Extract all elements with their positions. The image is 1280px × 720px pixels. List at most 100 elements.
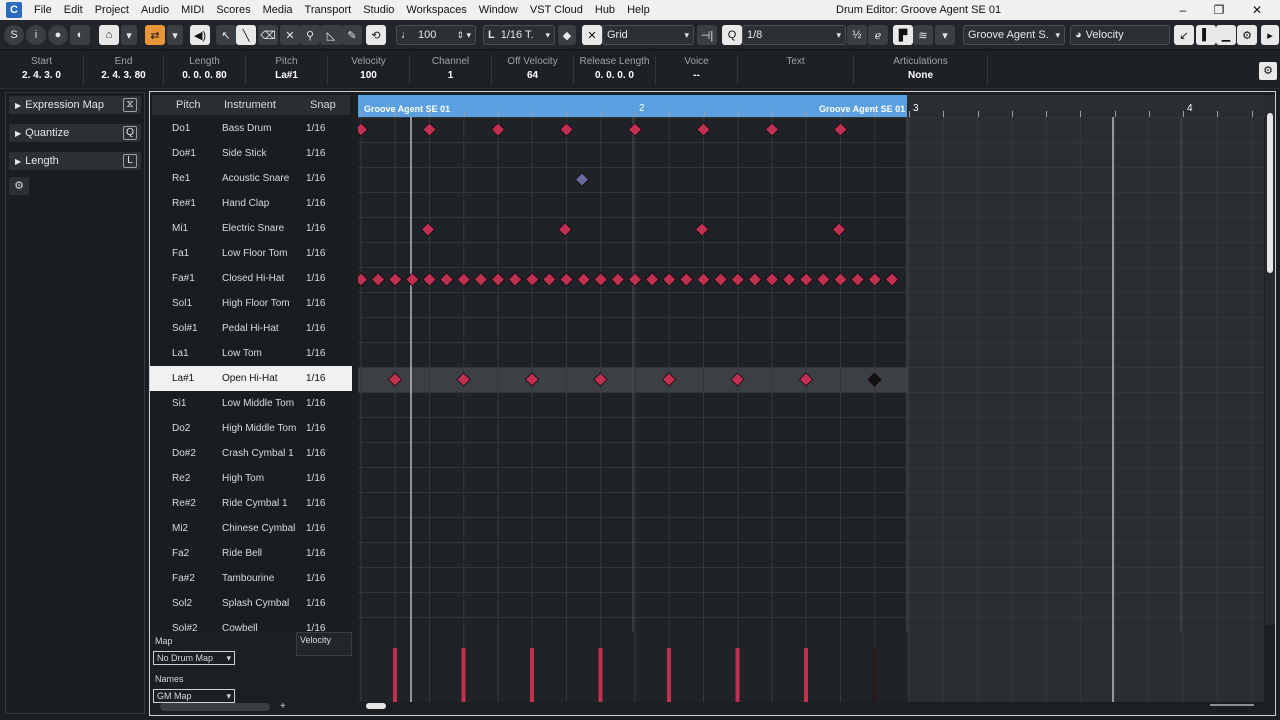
menu-item[interactable]: Workspaces [400,0,472,20]
info-field[interactable]: Release Length 0. 0. 0. 0 [574,55,656,85]
velocity-bar[interactable] [461,648,466,702]
drum-row[interactable]: Do#1 Side Stick 1/16 [150,141,352,166]
drumstick-tool-icon[interactable]: ╲ [236,25,256,45]
info-field[interactable]: End 2. 4. 3. 80 [84,55,164,85]
velocity-lane[interactable] [358,632,1264,702]
more-icon[interactable]: ▸ [1261,25,1279,45]
instrument-column-header[interactable]: Instrument [218,95,304,115]
menu-item[interactable]: Project [89,0,135,20]
erase-tool-icon[interactable]: ⌫ [258,25,278,45]
auto-scroll-icon[interactable]: ⌂ [99,25,119,45]
zoom-slider[interactable] [1210,704,1254,706]
velocity-bar[interactable] [804,648,808,702]
info-icon[interactable]: i [26,25,46,45]
drum-map-select[interactable]: No Drum Map ▾ [153,651,235,665]
drum-row[interactable]: Fa2 Ride Bell 1/16 [150,541,352,566]
arrow-tool-icon[interactable]: ↖ [216,25,236,45]
drum-row[interactable]: Re#2 Ride Cymbal 1 1/16 [150,491,352,516]
velocity-bar[interactable] [735,648,740,702]
velocity-bar[interactable] [872,648,877,702]
drum-row[interactable]: Do2 High Middle Tom 1/16 [150,416,352,441]
auto-scroll-menu-icon[interactable]: ▾ [121,25,137,45]
split-tool-icon[interactable]: ✕ [280,25,300,45]
info-field[interactable]: Channel 1 [410,55,492,85]
note-grid[interactable] [358,117,1264,632]
menu-item[interactable]: Edit [58,0,89,20]
snap-icon[interactable]: ⇄ [145,25,165,45]
grid-link-icon[interactable]: ◆ [558,25,576,45]
velocity-bar[interactable] [530,648,534,702]
menu-item[interactable]: Help [621,0,656,20]
info-field[interactable]: Start 2. 4. 3. 0 [0,55,84,85]
info-field[interactable]: Off Velocity 64 [492,55,574,85]
menu-item[interactable]: Audio [135,0,175,20]
menu-item[interactable]: Studio [357,0,400,20]
drum-row[interactable]: Sol2 Splash Cymbal 1/16 [150,591,352,616]
menu-item[interactable]: Transport [299,0,358,20]
info-line-settings-icon[interactable]: ⚙ [1259,62,1277,80]
names-select[interactable]: GM Map ▾ [153,689,235,703]
iterative-icon[interactable]: ℯ [868,25,888,45]
grid-icon[interactable]: ✕ [582,25,602,45]
horizontal-scrollbar-left[interactable] [160,703,270,711]
grid-mode-select[interactable]: Grid ▾ [602,25,694,45]
info-field[interactable]: Text [738,55,854,85]
pitch-column-header[interactable]: Pitch [152,95,218,115]
restore-icon[interactable]: ❐ [1202,0,1236,20]
inspector-settings-icon[interactable]: ⚙ [9,177,29,195]
velocity-bar[interactable] [598,648,603,702]
controller-lane-select[interactable]: ◕ Velocity [1070,25,1170,45]
drum-row[interactable]: Mi1 Electric Snare 1/16 [150,216,352,241]
lanes-icon[interactable]: ≋ [913,25,933,45]
drum-row[interactable]: Re1 Acoustic Snare 1/16 [150,166,352,191]
add-lane-button[interactable]: + [280,701,286,712]
horizontal-scroll-thumb[interactable] [366,703,386,709]
drum-row[interactable]: Sol1 High Floor Tom 1/16 [150,291,352,316]
drum-row[interactable]: Do1 Bass Drum 1/16 [150,116,352,141]
drum-row[interactable]: Si1 Low Middle Tom 1/16 [150,391,352,416]
drum-row[interactable]: Fa1 Low Floor Tom 1/16 [150,241,352,266]
menu-item[interactable]: Window [473,0,524,20]
left-zone-icon[interactable]: ▌ [1196,25,1216,45]
collapse-icon[interactable]: ↙ [1174,25,1194,45]
drum-row[interactable]: Re2 High Tom 1/16 [150,466,352,491]
inspector-section[interactable]: ▶ Quantize Q [9,124,141,142]
ruler[interactable]: Groove Agent SE 01 Groove Agent SE 01 2 … [358,95,1268,117]
drum-row[interactable]: Re#1 Hand Clap 1/16 [150,191,352,216]
drum-row[interactable]: Fa#1 Closed Hi-Hat 1/16 [150,266,352,291]
quantize-icon[interactable]: Q [722,25,742,45]
lower-zone-icon[interactable]: ▁ [1216,25,1236,45]
instrument-select[interactable]: Groove Agent S. ▾ [963,25,1065,45]
snap-menu-icon[interactable]: ▾ [167,25,183,45]
menu-item[interactable]: MIDI [175,0,210,20]
minimize-icon[interactable]: – [1166,0,1200,20]
speaker-icon[interactable]: ◀) [190,25,210,45]
record-icon[interactable]: ● [48,25,68,45]
menu-item[interactable]: Media [257,0,299,20]
drum-row[interactable]: Do#2 Crash Cymbal 1 1/16 [150,441,352,466]
pencil-tool-icon[interactable]: ✎ [342,25,362,45]
drum-map-icon[interactable]: ▛ [893,25,913,45]
menu-item[interactable]: VST Cloud [524,0,589,20]
insert-icon[interactable]: ⊣| [697,25,717,45]
length-quantize-select[interactable]: L 1/16 T. ▾ [483,25,555,45]
velocity-bar[interactable] [393,648,397,702]
menu-icon[interactable]: ▾ [935,25,955,45]
info-field[interactable]: Velocity 100 [328,55,410,85]
loop-icon[interactable]: ⟲ [366,25,386,45]
drum-row[interactable]: La1 Low Tom 1/16 [150,341,352,366]
info-field[interactable]: Voice -- [656,55,738,85]
menu-item[interactable]: Scores [210,0,256,20]
velocity-bar[interactable] [667,648,671,702]
scroll-thumb[interactable] [1267,113,1273,273]
inspector-section[interactable]: ▶ Length L [9,152,141,170]
swing-icon[interactable]: ½ [847,25,867,45]
snap-column-header[interactable]: Snap [304,95,350,115]
menu-item[interactable]: File [28,0,58,20]
quantize-select[interactable]: 1/8 ▾ [742,25,846,45]
drum-row[interactable]: Fa#2 Tambourine 1/16 [150,566,352,591]
zoom-tool-icon[interactable]: ⚲ [300,25,320,45]
inspector-section[interactable]: ▶ Expression Map ⧖ [9,96,141,114]
line-tool-icon[interactable]: ◺ [320,25,342,45]
drum-row[interactable]: Sol#1 Pedal Hi-Hat 1/16 [150,316,352,341]
